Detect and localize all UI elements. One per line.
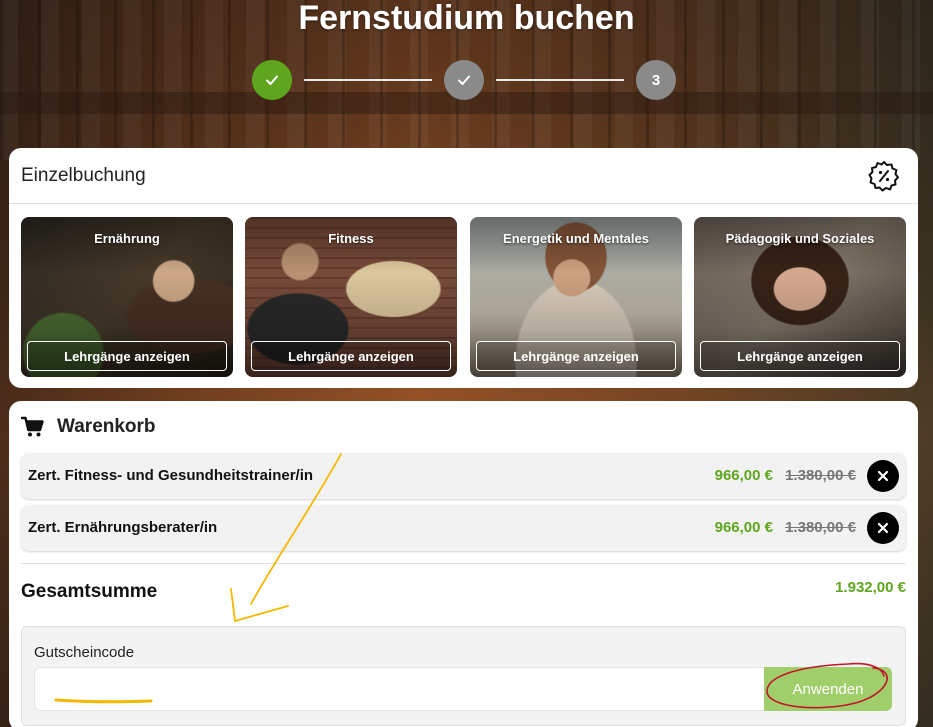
step-1-completed[interactable] (252, 60, 292, 100)
booking-card: Einzelbuchung Ernährung Lehrgänge anzeig… (9, 148, 918, 388)
page-title: Fernstudium buchen (298, 0, 635, 37)
category-tile-paedagogik[interactable]: Pädagogik und Soziales Lehrgänge anzeige… (694, 217, 906, 377)
remove-item-button[interactable] (867, 460, 899, 492)
step-3-label: 3 (651, 71, 661, 89)
progress-stepper: 3 (252, 60, 676, 100)
cart-item: Zert. Fitness- und Gesundheitstrainer/in… (21, 453, 906, 499)
total-label: Gesamtsumme (21, 581, 158, 602)
cart-header: Warenkorb (21, 415, 156, 439)
show-courses-button-fitness[interactable]: Lehrgänge anzeigen (251, 341, 451, 371)
shopping-cart-icon (21, 416, 44, 437)
category-title: Ernährung (94, 231, 160, 246)
category-tiles: Ernährung Lehrgänge anzeigen Fitness Leh… (21, 217, 907, 377)
cart-item-old-price: 1.380,00 € (785, 519, 856, 536)
cart-item-price: 966,00 € (714, 467, 773, 484)
cart-item-name: Zert. Ernährungsberater/in (28, 519, 218, 536)
total-value: 1.932,00 € (835, 579, 906, 596)
category-title: Energetik und Mentales (503, 231, 649, 246)
show-courses-button-paedagogik[interactable]: Lehrgänge anzeigen (700, 341, 900, 371)
apply-voucher-button[interactable]: Anwenden (764, 667, 892, 711)
cart-item-name: Zert. Fitness- und Gesundheitstrainer/in (28, 467, 314, 484)
close-icon (877, 522, 889, 534)
check-icon (458, 75, 470, 85)
step-2-completed[interactable] (444, 60, 484, 100)
category-tile-ernaehrung[interactable]: Ernährung Lehrgänge anzeigen (21, 217, 233, 377)
show-courses-button-energetik[interactable]: Lehrgänge anzeigen (476, 341, 676, 371)
stepper-connector (496, 79, 624, 81)
remove-item-button[interactable] (867, 512, 899, 544)
booking-title: Einzelbuchung (21, 164, 146, 186)
stepper-connector (304, 79, 432, 81)
category-tile-fitness[interactable]: Fitness Lehrgänge anzeigen (245, 217, 457, 377)
category-title: Fitness (328, 231, 374, 246)
check-icon (266, 75, 278, 85)
step-3-current: 3 (636, 60, 676, 100)
close-icon (877, 470, 889, 482)
booking-header: Einzelbuchung (9, 148, 918, 204)
voucher-section: Gutscheincode Anwenden (21, 626, 906, 726)
cart-divider (21, 563, 906, 564)
cart-item-old-price: 1.380,00 € (785, 467, 856, 484)
voucher-label: Gutscheincode (34, 644, 135, 661)
cart-item-price: 966,00 € (714, 519, 773, 536)
cart-card: Warenkorb Zert. Fitness- und Gesundheits… (9, 401, 918, 727)
cart-title: Warenkorb (57, 416, 156, 437)
show-courses-button-ernaehrung[interactable]: Lehrgänge anzeigen (27, 341, 227, 371)
discount-badge-icon[interactable] (868, 160, 900, 192)
voucher-code-input[interactable] (34, 667, 764, 711)
category-title: Pädagogik und Soziales (725, 231, 875, 246)
cart-item: Zert. Ernährungsberater/in 966,00 € 1.38… (21, 505, 906, 551)
category-tile-energetik[interactable]: Energetik und Mentales Lehrgänge anzeige… (470, 217, 682, 377)
